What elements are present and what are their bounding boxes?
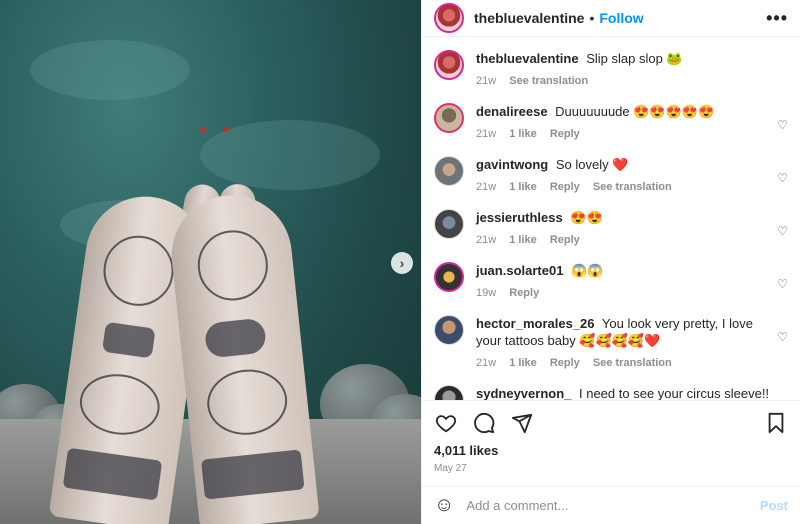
comment-item: juan.solarte01 😱😱 19w Reply ♡ [434, 249, 788, 302]
reply-button[interactable]: Reply [550, 357, 580, 369]
comment-username[interactable]: denalireese [476, 104, 548, 119]
post-actions: 4,011 likes May 27 [422, 400, 800, 474]
avatar[interactable] [434, 3, 464, 33]
share-icon[interactable] [510, 411, 534, 435]
heart-icon[interactable]: ♡ [777, 330, 788, 344]
next-photo-button[interactable]: › [391, 252, 413, 274]
avatar[interactable] [434, 315, 464, 345]
post-photo[interactable]: › [0, 0, 421, 524]
separator: • [589, 10, 595, 26]
avatar[interactable] [434, 50, 464, 80]
comment-icon[interactable] [472, 411, 496, 435]
comment-likes[interactable]: 1 like [509, 234, 537, 246]
bookmark-icon[interactable] [764, 411, 788, 435]
reply-button[interactable]: Reply [550, 128, 580, 140]
heart-icon[interactable]: ♡ [777, 277, 788, 291]
heart-icon[interactable]: ♡ [777, 171, 788, 185]
comment-item: jessieruthless 😍😍 21w 1 like Reply ♡ [434, 196, 788, 249]
comment-item: sydneyvernon_ I need to see your circus … [434, 372, 788, 400]
chevron-right-icon: › [399, 255, 405, 271]
comment-item: gavintwong So lovely ❤️ 21w 1 like Reply… [434, 143, 788, 196]
heart-icon[interactable]: ♡ [777, 224, 788, 238]
comment-time[interactable]: 21w [476, 357, 496, 369]
comment-likes[interactable]: 1 like [509, 357, 537, 369]
avatar[interactable] [434, 262, 464, 292]
heart-icon[interactable]: ♡ [777, 118, 788, 132]
comment-text: Duuuuuuude 😍😍😍😍😍 [555, 104, 715, 119]
reply-button[interactable]: Reply [550, 234, 580, 246]
avatar[interactable] [434, 209, 464, 239]
comment-username[interactable]: hector_morales_26 [476, 316, 595, 331]
comments-list[interactable]: thebluevalentine Slip slap slop 🐸 21w Se… [422, 37, 800, 400]
caption-text: Slip slap slop 🐸 [586, 51, 683, 66]
see-translation-link[interactable]: See translation [593, 357, 672, 369]
likes-count[interactable]: 4,011 likes [434, 443, 788, 458]
more-options-icon[interactable]: ••• [766, 8, 788, 29]
post-panel: thebluevalentine • Follow ••• theblueval… [421, 0, 800, 524]
comment-text: 😱😱 [571, 263, 604, 278]
avatar[interactable] [434, 385, 464, 400]
like-heart-icon[interactable] [434, 411, 458, 435]
emoji-icon[interactable]: ☺ [434, 494, 454, 517]
reply-button[interactable]: Reply [509, 287, 539, 299]
reply-button[interactable]: Reply [550, 181, 580, 193]
see-translation-link[interactable]: See translation [509, 75, 588, 87]
header-username[interactable]: thebluevalentine [474, 10, 584, 26]
comment-username[interactable]: sydneyvernon_ [476, 386, 571, 400]
post-header: thebluevalentine • Follow ••• [422, 0, 800, 37]
caption-username[interactable]: thebluevalentine [476, 51, 579, 66]
see-translation-link[interactable]: See translation [593, 181, 672, 193]
post-date[interactable]: May 27 [434, 463, 788, 474]
avatar[interactable] [434, 103, 464, 133]
post-button[interactable]: Post [760, 498, 788, 513]
avatar[interactable] [434, 156, 464, 186]
comment-item: denalireese Duuuuuuude 😍😍😍😍😍 21w 1 like … [434, 90, 788, 143]
add-comment-bar: ☺ Post [422, 486, 800, 524]
comment-text: 😍😍 [570, 210, 603, 225]
water-ripple [30, 40, 190, 100]
comment-time[interactable]: 21w [476, 234, 496, 246]
comment-username[interactable]: gavintwong [476, 157, 548, 172]
comment-likes[interactable]: 1 like [509, 128, 537, 140]
comment-input[interactable] [466, 498, 760, 513]
comment-username[interactable]: jessieruthless [476, 210, 563, 225]
caption: thebluevalentine Slip slap slop 🐸 21w Se… [434, 37, 788, 90]
comment-likes[interactable]: 1 like [509, 181, 537, 193]
comment-time[interactable]: 21w [476, 181, 496, 193]
caption-time[interactable]: 21w [476, 75, 496, 87]
comment-username[interactable]: juan.solarte01 [476, 263, 563, 278]
comment-time[interactable]: 19w [476, 287, 496, 299]
comment-item: hector_morales_26 You look very pretty, … [434, 302, 788, 372]
comment-time[interactable]: 21w [476, 128, 496, 140]
follow-button[interactable]: Follow [599, 10, 643, 26]
comment-text: So lovely ❤️ [555, 157, 629, 172]
